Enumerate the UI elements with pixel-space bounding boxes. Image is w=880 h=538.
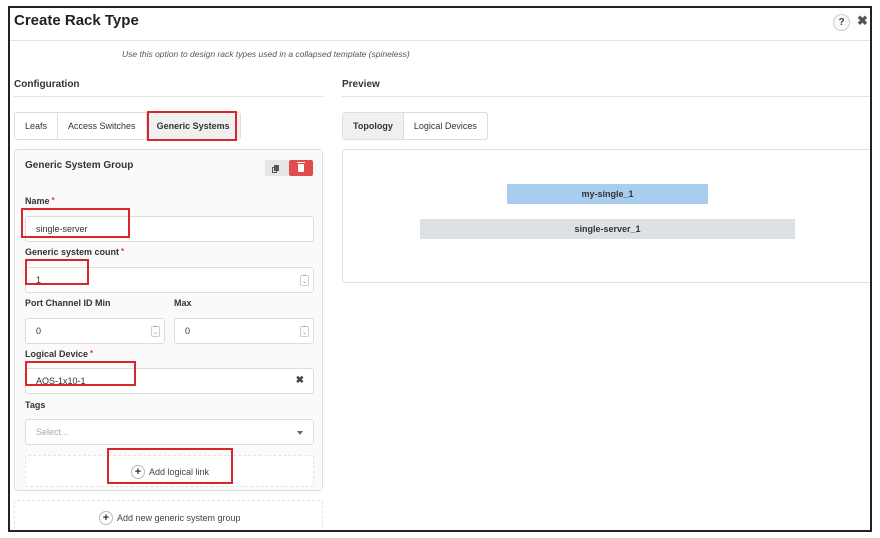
close-icon[interactable]: ✖ — [857, 13, 868, 29]
tab-logical-devices[interactable]: Logical Devices — [404, 113, 487, 139]
max-value: 0 — [185, 326, 191, 336]
name-value: single-server — [36, 224, 88, 234]
configuration-divider — [14, 96, 323, 97]
title-divider — [10, 40, 870, 41]
node-my-single[interactable]: my-single_1 — [507, 184, 708, 204]
chevron-down-icon — [297, 431, 303, 435]
tab-topology[interactable]: Topology — [343, 113, 404, 139]
copy-icon — [274, 165, 279, 171]
group-title: Generic System Group — [25, 160, 134, 171]
count-label-text: Generic system count — [25, 247, 120, 257]
count-value: 1 — [36, 275, 42, 285]
add-logical-link-label: Add logical link — [149, 467, 210, 477]
add-group-area: + Add new generic system group — [14, 500, 323, 530]
required-mark: * — [51, 196, 55, 205]
required-mark: * — [121, 247, 125, 256]
topology-preview: my-single_1 single-server_1 — [342, 149, 870, 283]
max-spinner-icon[interactable]: ⌃ ⌄ — [300, 326, 309, 337]
tags-label: Tags — [25, 400, 46, 410]
port-min-label: Port Channel ID Min — [25, 298, 111, 308]
logical-device-label: Logical Device * — [25, 349, 93, 359]
count-label: Generic system count * — [25, 247, 124, 257]
name-label-text: Name — [25, 196, 50, 206]
preview-title: Preview — [342, 79, 380, 90]
port-min-value: 0 — [36, 326, 42, 336]
plus-icon: + — [131, 465, 145, 479]
tags-placeholder: Select... — [36, 427, 69, 437]
configuration-title: Configuration — [14, 79, 80, 90]
add-group-label: Add new generic system group — [117, 513, 241, 523]
port-min-spinner-icon[interactable]: ⌃ ⌄ — [151, 326, 160, 337]
tab-generic-systems[interactable]: Generic Systems — [146, 113, 240, 139]
max-label: Max — [174, 298, 192, 308]
delete-button[interactable] — [289, 160, 313, 176]
port-min-input[interactable]: 0 ⌃ ⌄ — [25, 318, 165, 344]
name-label: Name * — [25, 196, 55, 206]
preview-divider — [342, 96, 870, 97]
tab-leafs[interactable]: Leafs — [15, 113, 59, 139]
modal-title: Create Rack Type — [14, 12, 139, 29]
logical-device-select[interactable]: AOS-1x10-1 ✖ — [25, 368, 314, 394]
add-logical-link-button[interactable]: + Add logical link — [131, 465, 209, 479]
modal-subtitle: Use this option to design rack types use… — [122, 49, 410, 59]
logical-device-value: AOS-1x10-1 — [36, 376, 86, 386]
tab-access-switches[interactable]: Access Switches — [58, 113, 147, 139]
required-mark: * — [90, 349, 94, 358]
preview-tabs: Topology Logical Devices — [342, 112, 488, 140]
tags-select[interactable]: Select... — [25, 419, 314, 445]
plus-icon: + — [99, 511, 113, 525]
trash-icon — [297, 162, 305, 172]
configuration-tabs: Leafs Access Switches Generic Systems — [14, 112, 241, 140]
node-single-server[interactable]: single-server_1 — [420, 219, 795, 239]
count-input[interactable]: 1 ⌃ ⌄ — [25, 267, 314, 293]
add-generic-system-group-button[interactable]: + Add new generic system group — [99, 511, 241, 525]
generic-system-group-card: Generic System Group Name * single-server… — [14, 149, 323, 491]
count-spinner-icon[interactable]: ⌃ ⌄ — [300, 275, 309, 286]
logical-device-label-text: Logical Device — [25, 349, 89, 359]
logical-link-area: + Add logical link — [25, 455, 314, 487]
max-input[interactable]: 0 ⌃ ⌄ — [174, 318, 314, 344]
name-input[interactable]: single-server — [25, 216, 314, 242]
copy-button[interactable] — [265, 160, 289, 176]
create-rack-type-modal: Create Rack Type ? ✖ Use this option to … — [8, 6, 872, 532]
clear-icon[interactable]: ✖ — [296, 369, 304, 393]
help-icon[interactable]: ? — [833, 14, 850, 31]
